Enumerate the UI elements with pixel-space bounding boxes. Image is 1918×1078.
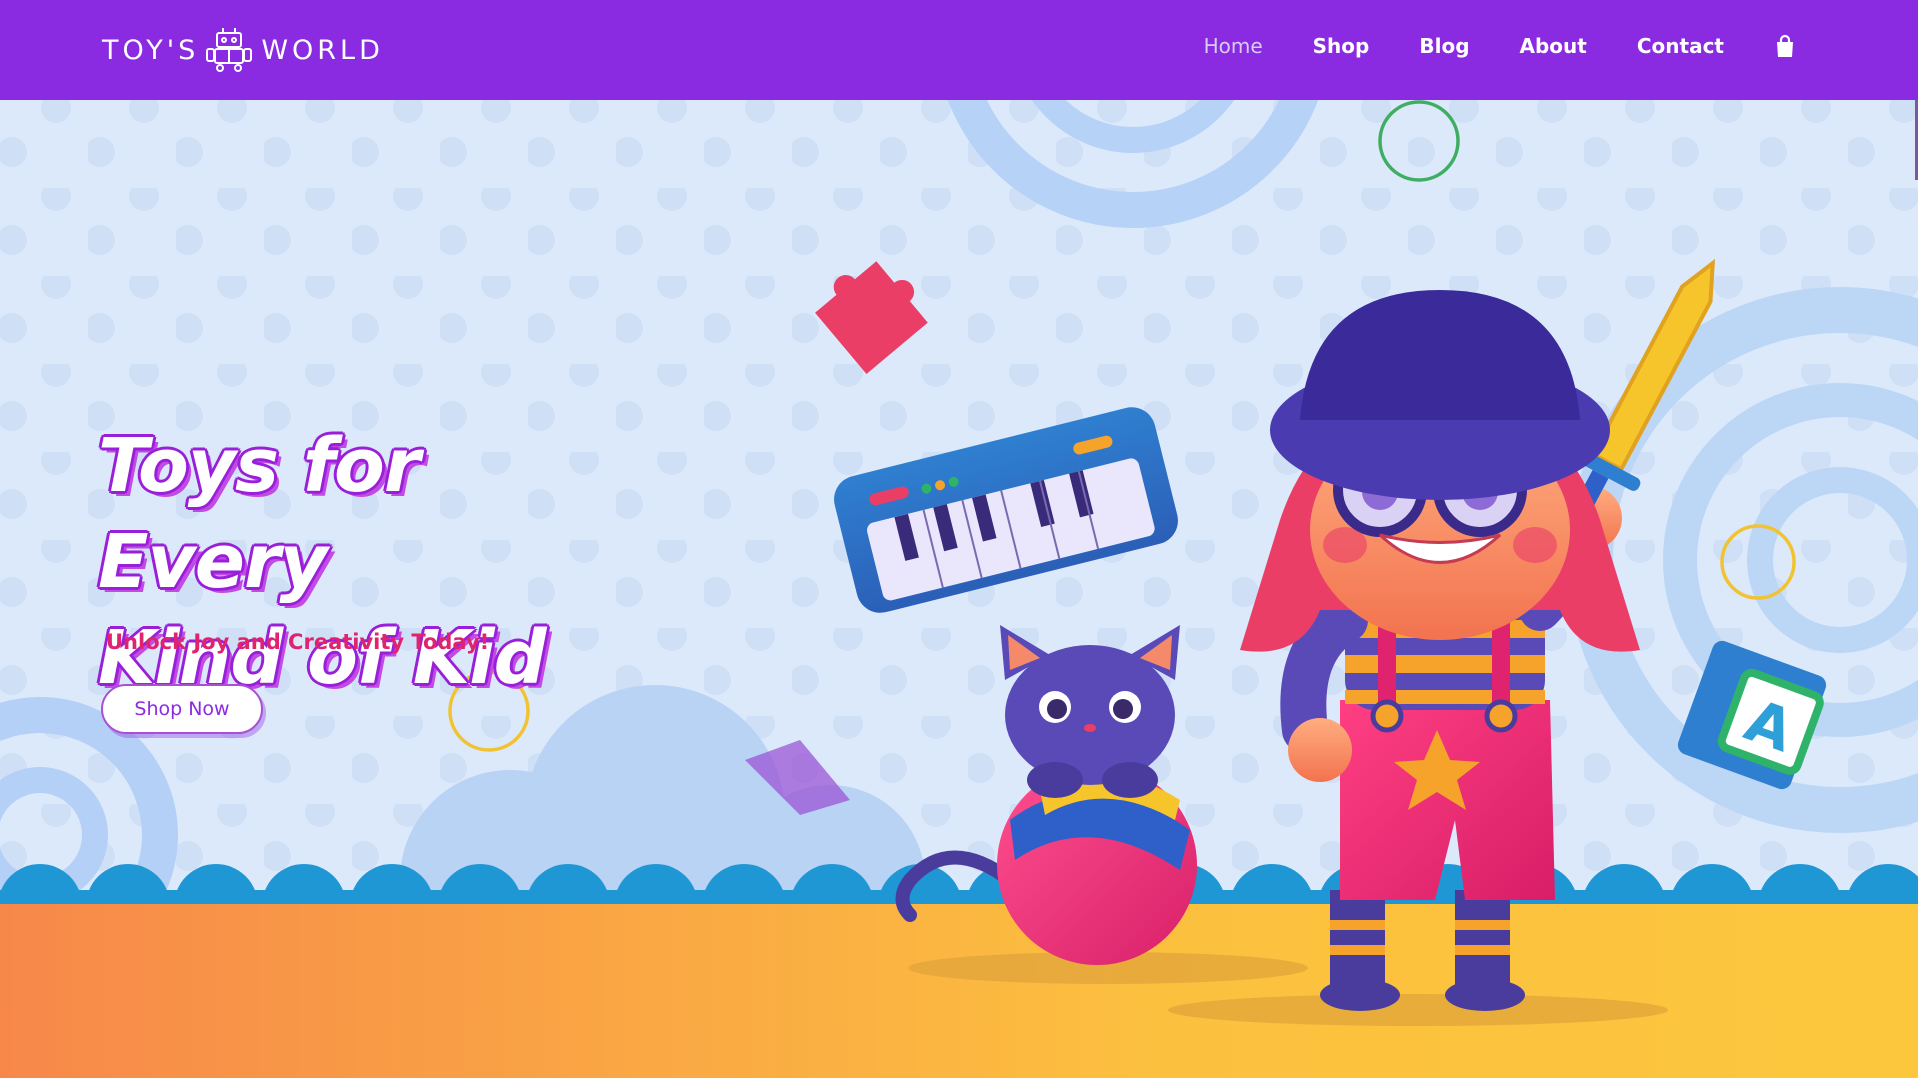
nav-link-contact[interactable]: Contact: [1637, 34, 1724, 58]
robot-icon: [206, 28, 253, 72]
nav-link-blog[interactable]: Blog: [1419, 34, 1469, 58]
shop-now-button[interactable]: Shop Now: [101, 684, 263, 734]
nav-menu: Home Shop Blog About Contact: [1154, 34, 1796, 58]
hero-title-line1: Toys for Every: [98, 423, 420, 605]
nav-link-shop[interactable]: Shop: [1313, 34, 1370, 58]
top-navbar: TOY'S WORLD Home Shop Blog About Contact: [0, 0, 1918, 100]
nav-link-home[interactable]: Home: [1204, 34, 1263, 58]
brand-name-left: TOY'S: [102, 34, 200, 66]
hero-title: Toys for Every Kind of Kid: [98, 418, 658, 706]
nav-link-about[interactable]: About: [1520, 34, 1587, 58]
shopping-bag-icon[interactable]: [1774, 34, 1796, 58]
brand-name-right: WORLD: [261, 34, 384, 66]
hero-section: A Toys for Every Kind of Kid Unlock Joy …: [0, 100, 1918, 1078]
hero-subtitle: Unlock Joy and Creativity Today!: [106, 630, 490, 654]
brand-logo[interactable]: TOY'S WORLD: [102, 28, 384, 72]
ground: [0, 904, 1918, 1078]
